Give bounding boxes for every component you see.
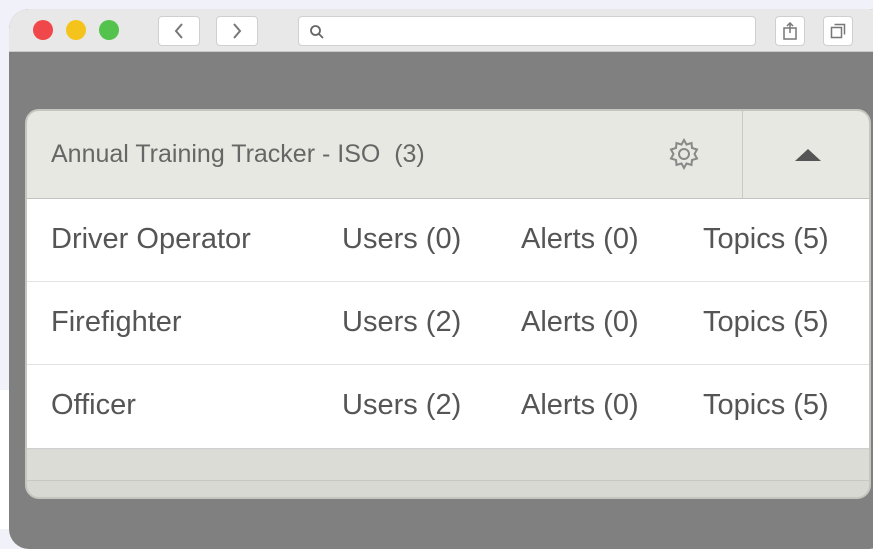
alerts-link[interactable]: Alerts (0) [521,306,639,339]
tabs-button[interactable] [823,16,853,46]
browser-window: Annual Training Tracker - ISO (3) Driver… [9,9,873,549]
list-item: Firefighter Users (2) Alerts (0) Topics … [27,282,869,365]
gear-icon[interactable] [667,137,701,171]
search-icon [310,25,324,39]
alerts-link[interactable]: Alerts (0) [521,389,639,422]
training-list: Driver Operator Users (0) Alerts (0) Top… [27,199,869,449]
training-tracker-panel: Annual Training Tracker - ISO (3) Driver… [25,109,871,499]
share-icon [783,22,797,40]
panel-header: Annual Training Tracker - ISO (3) [27,111,869,199]
list-item: Driver Operator Users (0) Alerts (0) Top… [27,199,869,282]
topics-link[interactable]: Topics (5) [703,389,829,422]
collapse-button[interactable] [742,111,869,198]
list-item: Officer Users (2) Alerts (0) Topics (5) [27,365,869,449]
alerts-link[interactable]: Alerts (0) [521,223,639,256]
role-name: Firefighter [51,306,182,338]
back-button[interactable] [158,16,200,46]
users-link[interactable]: Users (2) [342,389,461,422]
topics-link[interactable]: Topics (5) [703,306,829,339]
chevron-left-icon [174,23,183,39]
chevron-right-icon [233,23,242,39]
address-bar[interactable] [298,16,756,46]
minimize-window-button[interactable] [66,20,86,40]
panel-footer [27,450,869,481]
topics-link[interactable]: Topics (5) [703,223,829,256]
tabs-icon [830,23,846,39]
role-name: Officer [51,389,136,421]
users-link[interactable]: Users (2) [342,306,461,339]
users-link[interactable]: Users (0) [342,223,461,256]
panel-title: Annual Training Tracker - ISO (3) [51,140,425,168]
role-name: Driver Operator [51,223,251,255]
triangle-up-icon [795,148,821,161]
share-button[interactable] [775,16,805,46]
browser-toolbar [9,9,873,52]
close-window-button[interactable] [33,20,53,40]
zoom-window-button[interactable] [99,20,119,40]
forward-button[interactable] [216,16,258,46]
